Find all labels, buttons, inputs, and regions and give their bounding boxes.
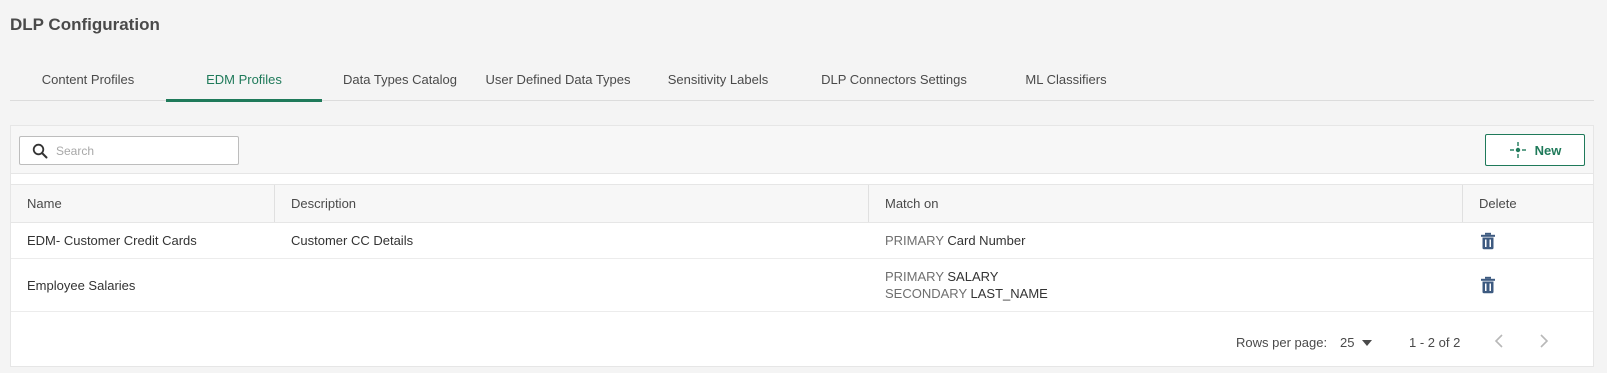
rows-per-page-label: Rows per page: (1236, 335, 1328, 350)
rows-per-page-value: 25 (1340, 335, 1355, 350)
crosshair-plus-icon (1509, 142, 1526, 158)
row-description: Customer CC Details (291, 233, 414, 248)
match-kind: SECONDARY (885, 286, 967, 301)
row-description-cell: Customer CC Details (275, 223, 869, 258)
column-header-match-on[interactable]: Match on (869, 185, 1463, 222)
row-name-cell: EDM- Customer Credit Cards (11, 223, 275, 258)
match-field: SALARY (947, 269, 999, 284)
tab-bar: Content Profiles EDM Profiles Data Types… (10, 58, 1594, 102)
chevron-right-icon[interactable] (1538, 333, 1550, 349)
tab-dlp-connectors-settings[interactable]: DLP Connectors Settings (798, 58, 990, 101)
search-box[interactable] (19, 136, 239, 165)
table-toolbar: New (11, 126, 1593, 174)
column-header-name[interactable]: Name (11, 185, 275, 222)
match-line: PRIMARY Card Number (885, 233, 1463, 248)
chevron-left-icon[interactable] (1493, 333, 1505, 349)
table-row[interactable]: Employee Salaries PRIMARY SALARY SECONDA… (11, 259, 1593, 312)
caret-down-icon (1362, 339, 1373, 346)
tab-content-profiles[interactable]: Content Profiles (10, 58, 166, 101)
column-header-description[interactable]: Description (275, 185, 869, 222)
new-button[interactable]: New (1485, 134, 1585, 166)
match-line: PRIMARY SALARY (885, 268, 1463, 285)
search-icon (32, 143, 48, 158)
row-name: Employee Salaries (27, 277, 136, 293)
row-description-cell (275, 259, 869, 311)
row-name-cell: Employee Salaries (11, 259, 275, 311)
match-kind: PRIMARY (885, 233, 944, 248)
tab-data-types-catalog[interactable]: Data Types Catalog (322, 58, 478, 101)
trash-icon[interactable] (1480, 232, 1496, 250)
match-field: Card Number (947, 233, 1026, 248)
tab-sensitivity-labels[interactable]: Sensitivity Labels (638, 58, 798, 101)
row-name: EDM- Customer Credit Cards (27, 233, 197, 248)
row-match-cell: PRIMARY SALARY SECONDARY LAST_NAME (869, 259, 1463, 311)
rows-per-page-select[interactable]: 25 (1340, 335, 1373, 350)
tab-ml-classifiers[interactable]: ML Classifiers (990, 58, 1142, 101)
match-kind: PRIMARY (885, 269, 944, 284)
tab-edm-profiles[interactable]: EDM Profiles (166, 58, 322, 102)
column-header-delete: Delete (1479, 196, 1517, 211)
table-row[interactable]: EDM- Customer Credit Cards Customer CC D… (11, 223, 1593, 259)
match-line: SECONDARY LAST_NAME (885, 285, 1463, 302)
page-title: DLP Configuration (10, 15, 160, 34)
match-field: LAST_NAME (970, 286, 1048, 301)
table-header: Name Description Match on Delete (11, 184, 1593, 223)
new-button-label: New (1534, 142, 1562, 158)
pagination-range: 1 - 2 of 2 (1409, 335, 1461, 350)
row-match-cell: PRIMARY Card Number (869, 223, 1463, 258)
pagination-bar: Rows per page: 25 1 - 2 of 2 (11, 317, 1593, 367)
tab-user-defined-data-types[interactable]: User Defined Data Types (478, 58, 638, 101)
edm-profiles-panel: New Name Description Match on Delete EDM… (10, 125, 1594, 367)
search-input[interactable] (56, 138, 216, 163)
trash-icon[interactable] (1480, 276, 1496, 294)
